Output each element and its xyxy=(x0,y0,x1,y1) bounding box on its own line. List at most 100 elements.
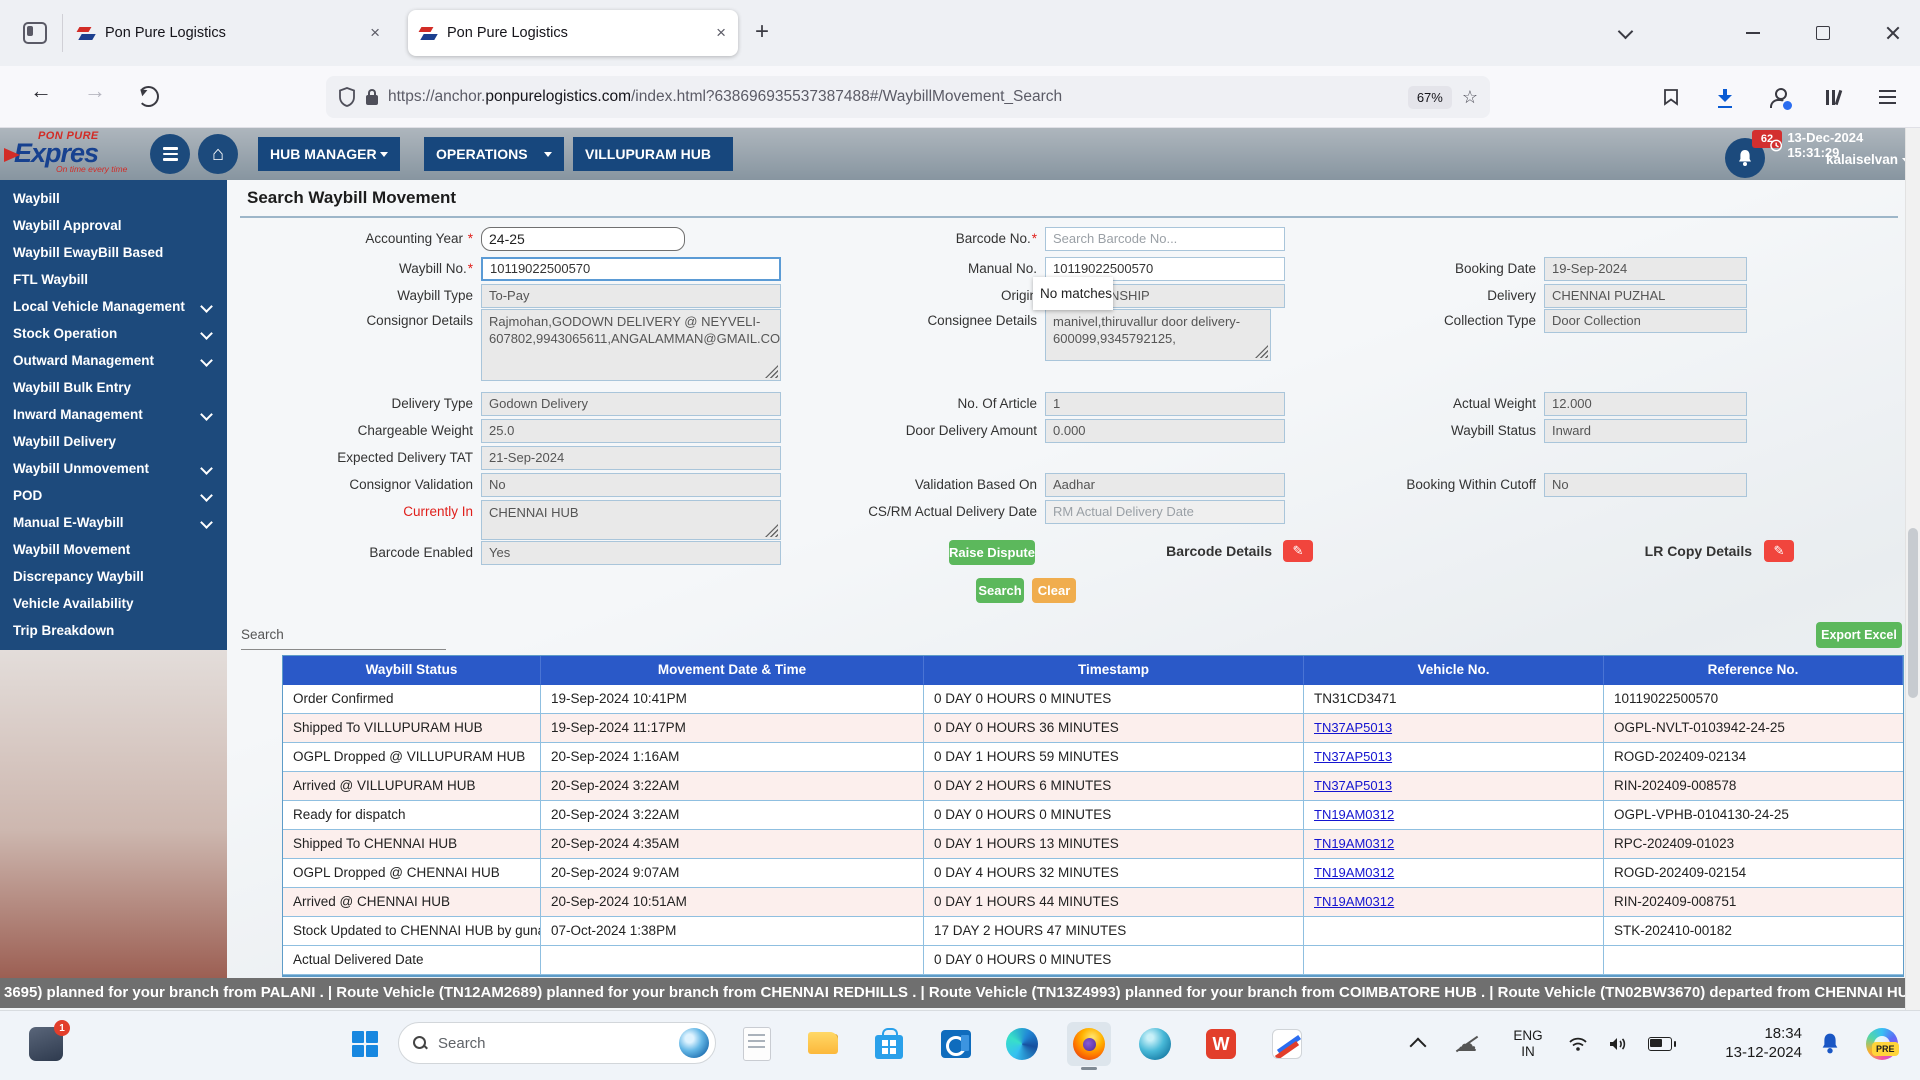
search-button[interactable]: Search xyxy=(976,578,1024,603)
browser-tab-2-active[interactable]: Pon Pure Logistics × xyxy=(408,10,738,56)
sidebar-item-waybill-movement[interactable]: Waybill Movement xyxy=(0,536,227,563)
sidebar-item-waybill[interactable]: Waybill xyxy=(0,185,227,212)
language-indicator[interactable]: ENGIN xyxy=(1506,1022,1550,1066)
library-icon[interactable] xyxy=(1820,84,1846,110)
vertical-scrollbar[interactable] xyxy=(1905,128,1920,1010)
home-icon[interactable]: ⌂ xyxy=(198,134,238,174)
sidebar-item-waybill-ewaybill-based[interactable]: Waybill EwayBill Based xyxy=(0,239,227,266)
lock-icon[interactable] xyxy=(366,95,378,105)
field-delivery: Delivery CHENNAI PUZHAL xyxy=(1304,284,1747,308)
sidebar-item-trip-breakdown[interactable]: Trip Breakdown xyxy=(0,617,227,644)
column-header[interactable]: Reference No. xyxy=(1604,656,1903,685)
vehicle-link[interactable]: TN37AP5013 xyxy=(1314,749,1392,764)
accounting-year-select[interactable]: 24-25 xyxy=(481,227,685,251)
column-header[interactable]: Vehicle No. xyxy=(1304,656,1604,685)
scrollbar-thumb[interactable] xyxy=(1908,528,1918,698)
globe-app-icon[interactable] xyxy=(1133,1022,1177,1066)
browser-tab-1[interactable]: Pon Pure Logistics × xyxy=(66,10,392,56)
microsoft-store-icon[interactable] xyxy=(867,1022,911,1066)
waybill-no-input[interactable]: 10119022500570 xyxy=(481,257,781,281)
sidebar-item-vehicle-availability[interactable]: Vehicle Availability xyxy=(0,590,227,617)
onedrive-offline-icon[interactable]: ☁ xyxy=(1448,1022,1484,1066)
url-bar[interactable]: https://anchor.ponpurelogistics.com/inde… xyxy=(326,76,1490,118)
export-excel-button[interactable]: Export Excel xyxy=(1816,622,1902,648)
forward-icon[interactable]: → xyxy=(84,78,106,104)
notification-bell-tray-icon[interactable] xyxy=(1810,1022,1850,1066)
minimize-button[interactable] xyxy=(1736,16,1770,50)
sidebar-item-outward-management[interactable]: Outward Management xyxy=(0,347,227,374)
volume-icon[interactable] xyxy=(1600,1022,1636,1066)
firefox-icon[interactable] xyxy=(1067,1022,1111,1066)
firefox-view-icon[interactable] xyxy=(18,16,52,50)
raise-dispute-button[interactable]: Raise Dispute xyxy=(949,540,1035,565)
file-explorer-icon[interactable] xyxy=(801,1022,845,1066)
vehicle-link[interactable]: TN37AP5013 xyxy=(1314,720,1392,735)
sidebar-item-waybill-approval[interactable]: Waybill Approval xyxy=(0,212,227,239)
vehicle-link[interactable]: TN19AM0312 xyxy=(1314,836,1394,851)
chevron-down-icon xyxy=(200,408,213,421)
new-tab-button[interactable]: + xyxy=(755,18,769,46)
menu-icon[interactable] xyxy=(1874,84,1900,110)
sidebar-item-stock-operation[interactable]: Stock Operation xyxy=(0,320,227,347)
sidebar-item-waybill-delivery[interactable]: Waybill Delivery xyxy=(0,428,227,455)
reload-icon[interactable] xyxy=(138,86,159,107)
back-icon[interactable]: ← xyxy=(30,78,52,104)
sidebar-item-local-vehicle-management[interactable]: Local Vehicle Management xyxy=(0,293,227,320)
sidebar-item-manual-e-waybill[interactable]: Manual E-Waybill xyxy=(0,509,227,536)
tray-chevron-up-icon[interactable] xyxy=(1400,1022,1436,1066)
column-header[interactable]: Timestamp xyxy=(924,656,1304,685)
widget-badge: 1 xyxy=(54,1020,70,1036)
operations-dropdown[interactable]: OPERATIONS xyxy=(424,137,564,171)
taskbar-search[interactable]: Search xyxy=(398,1022,716,1064)
sidebar-item-inward-management[interactable]: Inward Management xyxy=(0,401,227,428)
vehicle-link[interactable]: TN19AM0312 xyxy=(1314,865,1394,880)
maximize-button[interactable] xyxy=(1806,16,1840,50)
villupuram-hub-button[interactable]: VILLUPURAM HUB xyxy=(573,137,733,171)
column-header[interactable]: Movement Date & Time xyxy=(541,656,924,685)
zoom-level-badge[interactable]: 67% xyxy=(1408,86,1452,109)
barcode-enabled-input: Yes xyxy=(481,541,781,565)
sidebar-item-ftl-waybill[interactable]: FTL Waybill xyxy=(0,266,227,293)
page-title: Search Waybill Movement xyxy=(247,188,456,208)
sidebar-item-waybill-bulk-entry[interactable]: Waybill Bulk Entry xyxy=(0,374,227,401)
sidebar-item-discrepancy-waybill[interactable]: Discrepancy Waybill xyxy=(0,563,227,590)
pocket-icon[interactable] xyxy=(1658,84,1684,110)
sidebar-item-pod[interactable]: POD xyxy=(0,482,227,509)
clear-button[interactable]: Clear xyxy=(1032,578,1076,603)
widgets-icon[interactable]: 1 xyxy=(24,1022,68,1066)
close-button[interactable] xyxy=(1876,16,1910,50)
outlook-icon[interactable] xyxy=(934,1022,978,1066)
vehicle-link[interactable]: TN19AM0312 xyxy=(1314,894,1394,909)
notepad-icon[interactable] xyxy=(735,1022,779,1066)
shield-icon[interactable] xyxy=(338,87,356,107)
table-row: OGPL Dropped @ CHENNAI HUB 20-Sep-2024 9… xyxy=(283,859,1903,888)
lr-copy-details-edit-icon[interactable]: ✎ xyxy=(1764,540,1794,562)
tab-close-icon[interactable]: × xyxy=(370,25,380,41)
table-row: Order Confirmed 19-Sep-2024 10:41PM 0 DA… xyxy=(283,685,1903,714)
wps-office-icon[interactable]: W xyxy=(1199,1022,1243,1066)
bookmark-star-icon[interactable]: ☆ xyxy=(1462,87,1478,108)
battery-icon[interactable] xyxy=(1640,1022,1680,1066)
search-highlight-image[interactable] xyxy=(679,1028,709,1058)
start-button[interactable] xyxy=(343,1022,387,1066)
vehicle-link[interactable]: TN37AP5013 xyxy=(1314,778,1392,793)
barcode-no-input[interactable]: Search Barcode No... xyxy=(1045,227,1285,251)
table-row: OGPL Dropped @ VILLUPURAM HUB 20-Sep-202… xyxy=(283,743,1903,772)
account-icon[interactable] xyxy=(1766,84,1792,110)
taskbar-clock[interactable]: 18:34 13-12-2024 xyxy=(1690,1024,1802,1062)
user-menu[interactable]: kalaiselvan xyxy=(1770,152,1912,167)
column-header[interactable]: Waybill Status xyxy=(283,656,541,685)
hub-manager-dropdown[interactable]: HUB MANAGER xyxy=(258,137,400,171)
list-tabs-icon[interactable] xyxy=(1608,16,1642,50)
wifi-icon[interactable] xyxy=(1560,1022,1596,1066)
download-icon[interactable] xyxy=(1712,84,1738,110)
tab-close-icon[interactable]: × xyxy=(716,25,726,41)
table-search-input[interactable]: Search xyxy=(241,627,284,642)
barcode-details-edit-icon[interactable]: ✎ xyxy=(1283,540,1313,562)
sidebar-item-waybill-unmovement[interactable]: Waybill Unmovement xyxy=(0,455,227,482)
hamburger-menu-icon[interactable] xyxy=(150,134,190,174)
edge-icon[interactable] xyxy=(1000,1022,1044,1066)
vehicle-link[interactable]: TN19AM0312 xyxy=(1314,807,1394,822)
pen-tool-icon[interactable] xyxy=(1265,1022,1309,1066)
copilot-icon[interactable]: PRE xyxy=(1858,1022,1906,1066)
